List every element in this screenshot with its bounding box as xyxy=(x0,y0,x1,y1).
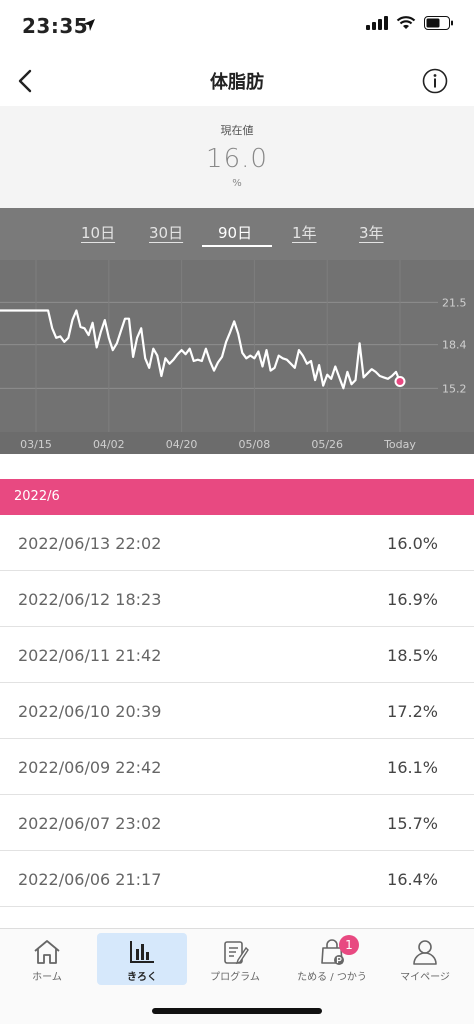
record-row[interactable]: 2022/06/12 18:23 16.9% xyxy=(0,571,474,627)
tab-30-days[interactable]: 30日 xyxy=(149,222,183,243)
current-value-label: 現在値 xyxy=(220,124,254,137)
tab-3-years[interactable]: 3年 xyxy=(359,222,384,243)
tab-earn-use[interactable]: ためる / つかう 1 xyxy=(287,933,377,985)
current-value-unit: % xyxy=(232,178,242,189)
x-tick-label: Today xyxy=(383,438,416,451)
status-bar: 23:35 xyxy=(0,0,474,56)
record-date: 2022/06/13 22:02 xyxy=(18,534,162,553)
notification-badge: 1 xyxy=(339,935,359,955)
record-value: 18.5% xyxy=(387,646,438,665)
location-arrow-icon xyxy=(83,19,95,31)
info-icon[interactable] xyxy=(422,68,448,94)
wifi-icon xyxy=(396,16,416,29)
navigation-bar: 体脂肪 xyxy=(0,56,474,106)
record-row[interactable]: 2022/06/10 20:39 17.2% xyxy=(0,683,474,739)
tab-10-days[interactable]: 10日 xyxy=(81,222,115,243)
home-icon xyxy=(34,940,60,964)
record-row[interactable]: 2022/06/07 23:02 15.7% xyxy=(0,795,474,851)
y-tick-label: 18.4 xyxy=(442,339,467,352)
tab-records[interactable]: きろく xyxy=(97,933,187,985)
tab-90-days[interactable]: 90日 xyxy=(218,222,252,243)
record-value: 17.2% xyxy=(387,702,438,721)
record-value: 16.4% xyxy=(387,870,438,889)
status-icons xyxy=(366,16,454,30)
record-date: 2022/06/06 21:17 xyxy=(18,870,162,889)
signal-icon xyxy=(366,16,388,30)
record-value: 16.1% xyxy=(387,758,438,777)
body-fat-chart: 10日 30日 90日 1年 3年 21.5 18.4 15.2 03/15 04/02… xyxy=(0,208,474,454)
status-time: 23:35 xyxy=(22,14,89,38)
y-tick-label: 21.5 xyxy=(442,296,467,309)
tab-program[interactable]: プログラム xyxy=(190,933,280,985)
month-header: 2022/6 xyxy=(0,479,474,515)
current-value: 16.0 xyxy=(206,144,268,174)
chart-icon xyxy=(130,941,154,963)
record-date: 2022/06/10 20:39 xyxy=(18,702,162,721)
record-date: 2022/06/12 18:23 xyxy=(18,590,162,609)
latest-point xyxy=(394,375,406,387)
tab-home[interactable]: ホーム xyxy=(2,933,92,985)
record-list: 2022/06/13 22:02 16.0% 2022/06/12 18:23 … xyxy=(0,515,474,907)
current-value-panel: 現在値 16.0 % xyxy=(0,106,474,208)
record-row[interactable]: 2022/06/13 22:02 16.0% xyxy=(0,515,474,571)
x-tick-label: 04/20 xyxy=(166,438,198,451)
tab-mypage[interactable]: マイページ xyxy=(380,933,470,985)
tab-mypage-label: マイページ xyxy=(400,972,450,983)
record-row[interactable]: 2022/06/06 21:17 16.4% xyxy=(0,851,474,907)
line-chart: 21.5 18.4 15.2 03/15 04/02 04/20 05/08 05/26 Tod… xyxy=(0,260,474,454)
active-tab-indicator xyxy=(202,245,272,247)
tab-earn-use-label: ためる / つかう xyxy=(297,972,367,983)
record-date: 2022/06/07 23:02 xyxy=(18,814,162,833)
tab-home-label: ホーム xyxy=(32,972,62,983)
record-row[interactable]: 2022/06/11 21:42 18.5% xyxy=(0,627,474,683)
home-indicator xyxy=(152,1008,322,1014)
record-row[interactable]: 2022/06/09 22:42 16.1% xyxy=(0,739,474,795)
tab-1-year[interactable]: 1年 xyxy=(292,222,317,243)
x-tick-label: 03/15 xyxy=(20,438,52,451)
x-tick-label: 05/08 xyxy=(239,438,271,451)
record-date: 2022/06/11 21:42 xyxy=(18,646,162,665)
record-date: 2022/06/09 22:42 xyxy=(18,758,162,777)
record-value: 16.0% xyxy=(387,534,438,553)
record-value: 15.7% xyxy=(387,814,438,833)
y-tick-label: 15.2 xyxy=(442,382,467,395)
battery-icon xyxy=(424,16,453,30)
tab-records-label: きろく xyxy=(127,972,157,983)
period-tabs: 10日 30日 90日 1年 3年 xyxy=(0,208,474,260)
page-title: 体脂肪 xyxy=(210,72,264,93)
person-icon xyxy=(413,940,437,965)
x-tick-label: 04/02 xyxy=(93,438,125,451)
tab-program-label: プログラム xyxy=(210,972,260,983)
x-tick-label: 05/26 xyxy=(311,438,343,451)
record-value: 16.9% xyxy=(387,590,438,609)
program-icon xyxy=(224,941,249,965)
